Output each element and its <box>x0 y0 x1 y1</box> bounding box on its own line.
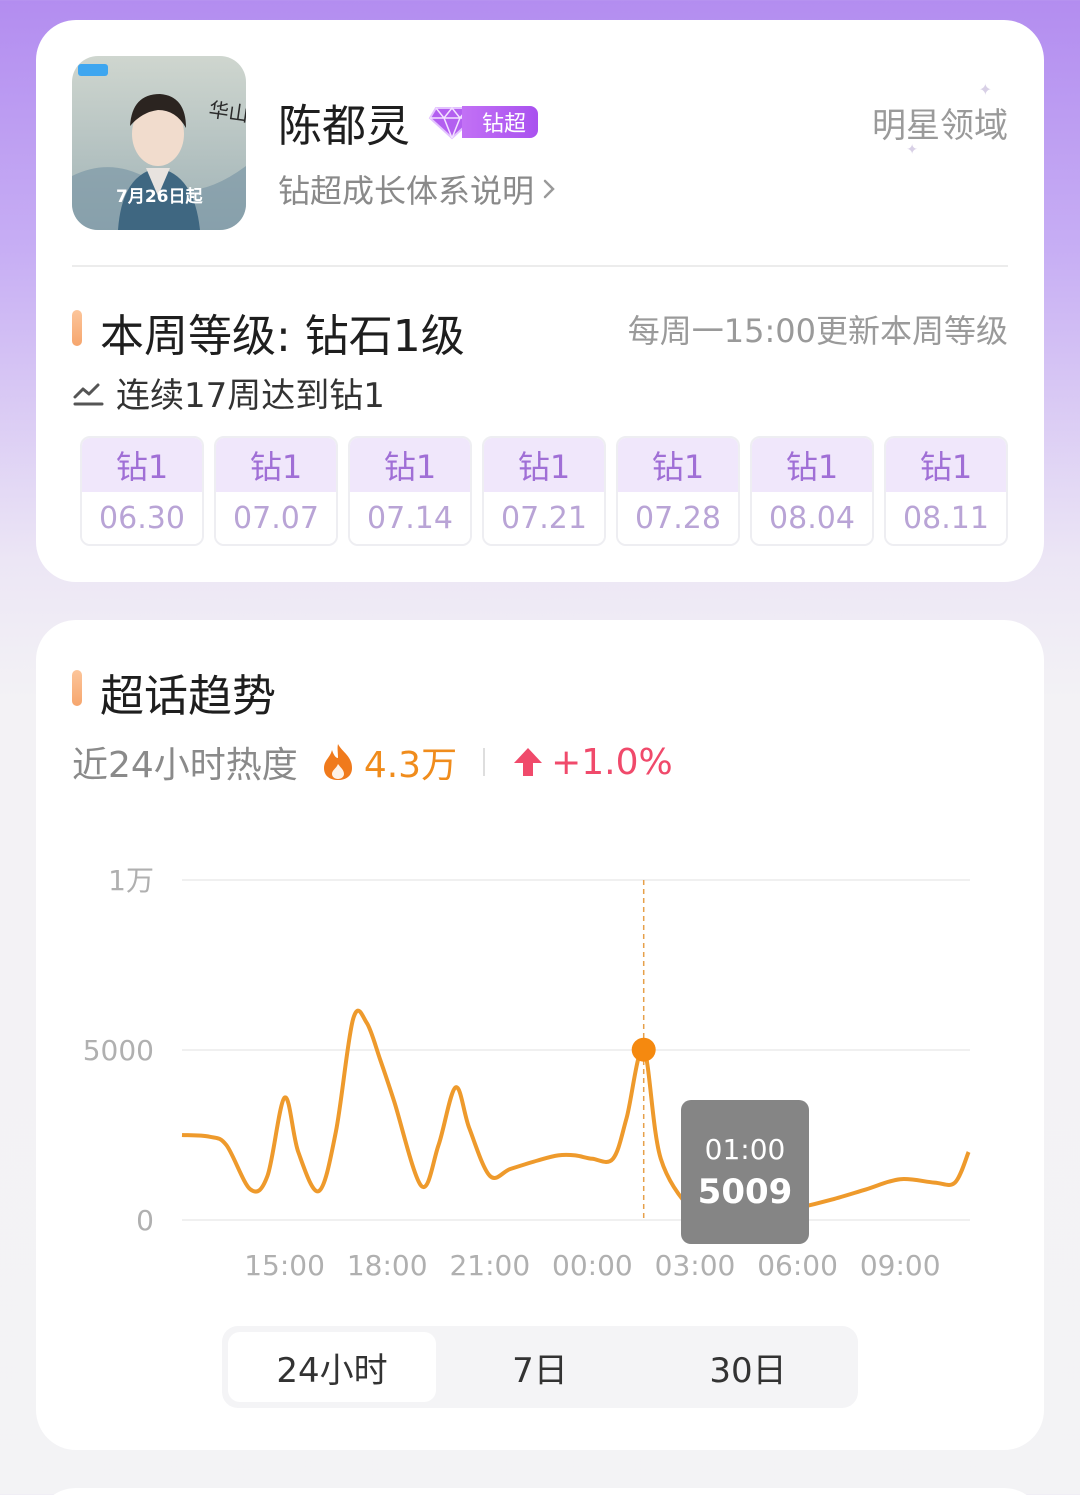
x-tick-label: 00:00 <box>552 1249 633 1282</box>
week-date: 07.14 <box>350 492 470 544</box>
profile-card: 华山论剑 7月26日起 陈都灵 钻超 钻超成长体系说明 ✦ ✦ 明星领域 本周等… <box>36 20 1044 582</box>
divider <box>72 265 1008 267</box>
growth-link-label: 钻超成长体系说明 <box>278 172 535 210</box>
week-item: 钻1 08.04 <box>750 436 874 546</box>
sparkle-icon: ✦ <box>978 80 992 99</box>
week-item: 钻1 07.14 <box>348 436 472 546</box>
week-date: 07.28 <box>618 492 738 544</box>
chart-tooltip: 01:00 5009 <box>681 1100 809 1244</box>
week-date: 07.07 <box>216 492 336 544</box>
week-item: 钻1 08.11 <box>884 436 1008 546</box>
trend-chart[interactable]: 0 5000 1万 15:00 18:00 21:00 00:00 03:00 06:00 09:… <box>36 620 1044 1320</box>
week-date: 07.21 <box>484 492 604 544</box>
weekly-level-title: 本周等级: 钻石1级 <box>100 311 465 362</box>
week-date: 08.04 <box>752 492 872 544</box>
avatar-image: 华山论剑 7月26日起 <box>72 56 246 230</box>
week-level: 钻1 <box>82 438 202 492</box>
week-level: 钻1 <box>752 438 872 492</box>
week-item: 钻1 06.30 <box>80 436 204 546</box>
trend-card: 超话趋势 近24小时热度 4.3万 +1.0% 0 5000 1万 15:00 18:0… <box>36 620 1044 1450</box>
streak-text: 连续17周达到钻1 <box>116 376 385 416</box>
week-level: 钻1 <box>618 438 738 492</box>
tooltip-time: 01:00 <box>704 1132 786 1166</box>
tooltip-value: 5009 <box>697 1171 793 1212</box>
star-name: 陈都灵 <box>278 101 410 152</box>
growth-system-link[interactable]: 钻超成长体系说明 <box>278 166 556 212</box>
week-date: 08.11 <box>886 492 1006 544</box>
diamond-super-badge[interactable]: 钻超 <box>428 104 539 140</box>
x-tick-label: 03:00 <box>655 1249 736 1282</box>
chevron-right-icon <box>543 179 555 199</box>
section-accent-bar <box>72 310 82 346</box>
tab-7d[interactable]: 7日 <box>436 1332 644 1402</box>
y-tick-label: 5000 <box>83 1034 154 1067</box>
avatar[interactable]: 华山论剑 7月26日起 <box>72 56 246 230</box>
avatar-date: 7月26日起 <box>116 186 203 207</box>
weekly-level-history: 钻1 06.30 钻1 07.07 钻1 07.14 钻1 07.21 钻1 0… <box>80 436 1008 546</box>
x-tick-label: 18:00 <box>347 1249 428 1282</box>
x-tick-label: 15:00 <box>244 1249 325 1282</box>
week-level: 钻1 <box>216 438 336 492</box>
week-level: 钻1 <box>350 438 470 492</box>
x-tick-label: 06:00 <box>757 1249 838 1282</box>
tab-30d[interactable]: 30日 <box>644 1332 852 1402</box>
week-item: 钻1 07.21 <box>482 436 606 546</box>
next-card <box>36 1488 1044 1495</box>
tab-24h[interactable]: 24小时 <box>228 1332 436 1402</box>
streak-info: 连续17周达到钻1 <box>72 368 385 417</box>
week-item: 钻1 07.07 <box>214 436 338 546</box>
week-level: 钻1 <box>484 438 604 492</box>
y-tick-label: 0 <box>136 1204 154 1237</box>
star-domain-link[interactable]: 明星领域 <box>872 98 1008 147</box>
x-tick-label: 21:00 <box>449 1249 530 1282</box>
trend-up-icon <box>73 383 104 405</box>
week-level: 钻1 <box>886 438 1006 492</box>
y-tick-label: 1万 <box>108 864 154 897</box>
week-item: 钻1 07.28 <box>616 436 740 546</box>
update-note: 每周一15:00更新本周等级 <box>627 312 1008 350</box>
week-date: 06.30 <box>82 492 202 544</box>
badge-label: 钻超 <box>462 106 539 138</box>
range-tabs: 24小时 7日 30日 <box>222 1326 858 1408</box>
highlight-point <box>631 1037 656 1062</box>
x-tick-label: 09:00 <box>860 1249 941 1282</box>
series-line <box>181 1008 971 1220</box>
